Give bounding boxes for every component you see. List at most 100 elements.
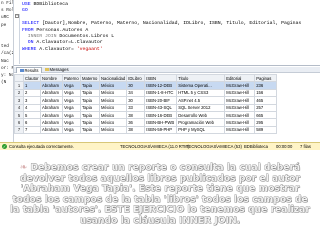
table-cell[interactable]: ISBN-16-DEB [144, 110, 178, 120]
table-cell[interactable]: Tapia [80, 103, 100, 112]
query-text[interactable]: USE BDBiblioteca GO SELECT [Dautor],Nombr… [22, 2, 301, 53]
table-cell[interactable]: Abraham [40, 125, 63, 135]
table-cell[interactable]: Vega [62, 110, 81, 120]
table-cell[interactable]: Abraham [40, 96, 63, 105]
tab-results[interactable]: Results [16, 67, 43, 73]
table-cell[interactable]: 36 [126, 118, 146, 127]
table-cell[interactable]: Vega [62, 103, 81, 112]
table-cell[interactable]: HTML 5 y CSS3 [176, 88, 226, 98]
explorer-node[interactable]: n Fil [0, 0, 13, 7]
table-cell[interactable]: 30 [126, 96, 146, 105]
table-cell[interactable]: México [98, 96, 128, 105]
table-cell[interactable]: Sistema Operati... [176, 81, 226, 90]
row-number[interactable]: 1 [14, 81, 24, 90]
results-grid[interactable]: Clautor Nombre Paterno Materno Nacionalidad I… [14, 74, 320, 142]
table-row[interactable]: 5 5 Abraham Vega Tapia México 38 ISBN-16-DEB Des… [14, 110, 278, 120]
table-cell[interactable]: Tapia [80, 110, 100, 120]
table-row[interactable]: 3 3 Abraham Vega Tapia México 30 ISBN-20-BIF ASP… [14, 96, 278, 105]
table-row[interactable]: 1 1 Abraham Vega Tapia México 30 ISBN-12-DEB Sis… [14, 81, 278, 90]
table-cell[interactable]: 30 [126, 81, 146, 90]
table-cell[interactable]: 257 [254, 103, 278, 112]
column-header[interactable]: Nombre [40, 74, 63, 83]
table-cell[interactable]: ISBN-12-DEB [144, 81, 178, 90]
table-cell[interactable]: 38 [126, 125, 146, 135]
table-cell[interactable]: McGraw-Hill [224, 125, 256, 135]
table-cell[interactable]: McGraw-Hill [224, 81, 256, 90]
table-cell[interactable]: México [98, 103, 128, 112]
table-cell[interactable]: México [98, 125, 128, 135]
row-number[interactable]: 2 [14, 88, 24, 98]
table-cell[interactable]: México [98, 81, 128, 90]
explorer-node[interactable]: Nac [0, 58, 13, 65]
column-header[interactable]: Clautor [23, 74, 41, 83]
table-row[interactable]: 6 6 Abraham Vega Tapia México 36 ISBN-BH-PWB Pro… [14, 118, 278, 127]
table-cell[interactable]: 6 [23, 118, 41, 127]
table-cell[interactable]: Abraham [40, 103, 63, 112]
table-cell[interactable]: ISBN-43-SQL [144, 103, 178, 112]
explorer-node[interactable] [0, 36, 13, 43]
table-cell[interactable]: Abraham [40, 81, 63, 90]
column-header[interactable]: Materno [80, 74, 100, 83]
tab-messages[interactable]: Messages [42, 67, 72, 73]
table-cell[interactable]: McGraw-Hill [224, 96, 256, 105]
table-cell[interactable]: Tapia [80, 96, 100, 105]
table-row[interactable]: 7 7 Abraham Vega Tapia México 38 ISBN-59-PHP PHP… [14, 125, 278, 135]
object-explorer-panel[interactable]: n Fils RoluRCpe ted/ca(2)Nacor: Noy: No(N [0, 0, 14, 142]
table-cell[interactable]: Tapia [80, 81, 100, 90]
explorer-node[interactable]: ted [0, 43, 13, 50]
table-cell[interactable]: Tapia [80, 118, 100, 127]
explorer-node[interactable]: (N [0, 79, 13, 86]
table-cell[interactable]: McGraw-Hill [224, 118, 256, 127]
column-header[interactable]: ISBN [144, 74, 178, 83]
table-cell[interactable]: Abraham [40, 118, 63, 127]
row-number[interactable]: 4 [14, 103, 24, 112]
table-cell[interactable]: McGraw-Hill [224, 110, 256, 120]
table-cell[interactable]: Vega [62, 125, 81, 135]
column-header[interactable]: Paginas [254, 74, 278, 83]
table-cell[interactable]: Abraham [40, 110, 63, 120]
table-cell[interactable]: ISBN-1-8-HTC [144, 88, 178, 98]
table-cell[interactable]: 33 [126, 103, 146, 112]
table-cell[interactable]: 2 [23, 88, 41, 98]
table-cell[interactable]: 295 [254, 118, 278, 127]
table-cell[interactable]: 38 [126, 110, 146, 120]
table-cell[interactable]: 589 [254, 125, 278, 135]
column-header[interactable]: Editorial [224, 74, 256, 83]
table-cell[interactable]: PHP y MySQL [176, 125, 226, 135]
table-cell[interactable]: 236 [254, 81, 278, 90]
explorer-node[interactable]: y: No [0, 72, 13, 79]
table-cell[interactable]: Vega [62, 88, 81, 98]
explorer-node[interactable]: s Rol [0, 7, 13, 14]
row-number[interactable]: 3 [14, 96, 24, 105]
query-editor[interactable]: − USE BDBiblioteca GO SELECT [Dautor],Nom… [14, 0, 320, 66]
table-cell[interactable]: Tapia [80, 125, 100, 135]
column-header[interactable]: Titulo [176, 74, 226, 83]
table-row[interactable]: 4 4 Abraham Vega Tapia México 33 ISBN-43-SQL SQL… [14, 103, 278, 112]
grid-corner[interactable] [14, 74, 24, 83]
table-cell[interactable]: 5 [23, 110, 41, 120]
explorer-node[interactable]: or: No [0, 65, 13, 72]
table-cell[interactable]: McGraw-Hill [224, 88, 256, 98]
table-cell[interactable]: 4 [23, 103, 41, 112]
column-header[interactable]: Nacionalidad [98, 74, 128, 83]
column-header[interactable]: Paterno [62, 74, 81, 83]
table-cell[interactable]: Desarrollo Web [176, 110, 226, 120]
table-cell[interactable]: México [98, 118, 128, 127]
table-cell[interactable]: Programación Web [176, 118, 226, 127]
table-cell[interactable]: Vega [62, 81, 81, 90]
column-header[interactable]: IDLibro [126, 74, 146, 83]
explorer-node[interactable]: /ca(2) [0, 50, 13, 57]
table-cell[interactable]: Tapia [80, 88, 100, 98]
table-cell[interactable]: Vega [62, 118, 81, 127]
table-cell[interactable]: ISBN-20-BIF [144, 96, 178, 105]
row-number[interactable]: 6 [14, 118, 24, 127]
table-cell[interactable]: SQL Server 2012 [176, 103, 226, 112]
table-cell[interactable]: McGraw-Hill [224, 103, 256, 112]
explorer-node[interactable] [0, 29, 13, 36]
row-number[interactable]: 5 [14, 110, 24, 120]
table-cell[interactable]: 156 [254, 88, 278, 98]
table-cell[interactable]: Vega [62, 96, 81, 105]
table-cell[interactable]: ISBN-59-PHP [144, 125, 178, 135]
collapse-icon[interactable]: − [15, 14, 19, 18]
table-cell[interactable]: ASP.net 4.5 [176, 96, 226, 105]
